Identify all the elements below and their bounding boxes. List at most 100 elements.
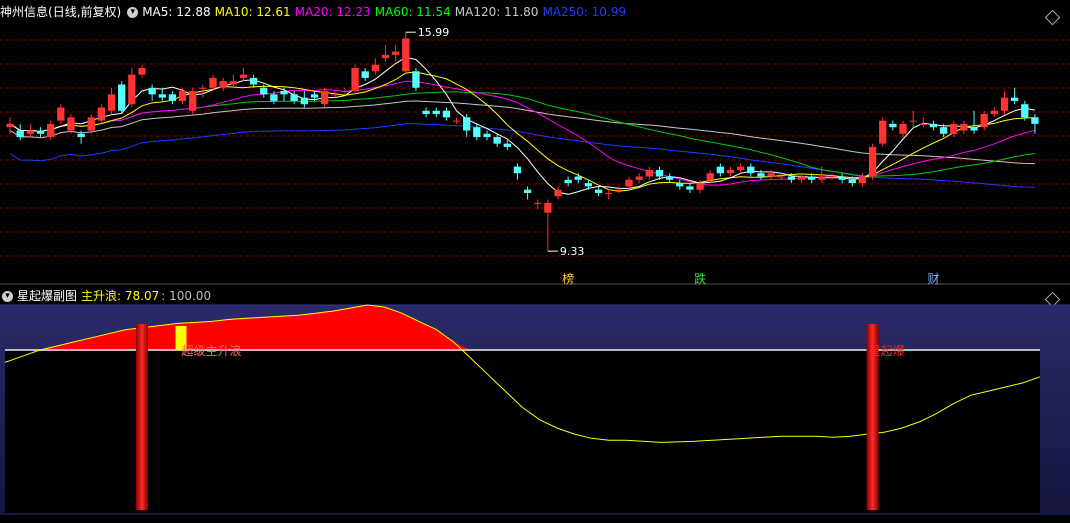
- candle-body: [1010, 97, 1019, 101]
- candle-body: [219, 81, 227, 88]
- candle-body: [838, 176, 846, 180]
- candle-body: [249, 77, 258, 85]
- candle-body: [229, 81, 237, 85]
- rise-annotation: 超级主升浪: [182, 343, 242, 358]
- candle-body: [818, 176, 826, 180]
- candle-body: [858, 176, 867, 184]
- candle-body: [980, 114, 988, 128]
- candle-body: [412, 71, 420, 88]
- candle-body: [605, 192, 613, 194]
- lower-zone: [5, 349, 1040, 513]
- high-marker-label: 15.99: [418, 26, 450, 39]
- candle-body: [463, 117, 471, 131]
- candle-body: [36, 130, 45, 134]
- candle-body: [26, 130, 35, 134]
- candle-body: [635, 176, 643, 180]
- candle-body: [767, 173, 775, 177]
- candle-body: [473, 127, 481, 138]
- candle-body: [371, 64, 380, 72]
- candle-body: [361, 71, 369, 78]
- candle-body: [331, 94, 339, 96]
- candle-body: [270, 94, 278, 101]
- event-tag: 榜: [562, 271, 574, 286]
- candle-body: [665, 176, 674, 180]
- candle-body: [655, 169, 664, 177]
- chart-canvas: 15.999.33 超级主升浪星起爆 榜跌财涨: [0, 26, 1070, 515]
- candle-body: [554, 189, 562, 197]
- candle-body: [6, 123, 14, 128]
- candle-body: [128, 74, 136, 105]
- candle-body: [797, 176, 806, 180]
- candle-body: [1021, 104, 1029, 118]
- candle-body: [351, 68, 359, 92]
- candle-body: [158, 94, 166, 98]
- event-tag: 财: [927, 272, 939, 286]
- candle-body: [452, 120, 461, 122]
- candle-body: [625, 179, 633, 187]
- candle-body: [899, 123, 907, 134]
- candle-body: [107, 94, 116, 111]
- candle-body: [432, 110, 440, 115]
- candle-body: [77, 133, 85, 138]
- candle-body: [594, 189, 603, 193]
- candle-body: [574, 176, 582, 180]
- candle-body: [341, 91, 349, 93]
- candle-body: [290, 94, 298, 101]
- candle-body: [97, 107, 106, 121]
- candle-body: [310, 94, 319, 98]
- candle-body: [757, 173, 765, 177]
- candle-body: [615, 189, 623, 191]
- candle-body: [686, 186, 694, 190]
- candle-body: [16, 130, 24, 138]
- candle-body: [209, 77, 217, 88]
- candle-body: [990, 110, 998, 115]
- candle-body: [868, 146, 877, 177]
- candle-body: [168, 94, 177, 101]
- candle-body: [808, 176, 816, 180]
- candle-body: [787, 176, 796, 180]
- burst-bar: [135, 324, 148, 510]
- candle-body: [828, 176, 836, 178]
- candle-body: [1031, 117, 1039, 124]
- candle-body: [929, 123, 938, 128]
- candle-body: [47, 123, 55, 138]
- candle-body: [879, 120, 887, 144]
- candle-body: [483, 133, 491, 138]
- candle-body: [523, 189, 532, 193]
- candle-body: [544, 202, 552, 213]
- candle-body: [950, 123, 958, 134]
- candle-body: [239, 74, 248, 78]
- candle-body: [57, 107, 65, 121]
- candle-body: [696, 183, 704, 190]
- candle-body: [939, 127, 948, 134]
- candle-body: [747, 166, 755, 174]
- candle-body: [280, 91, 288, 95]
- candle-body: [260, 87, 268, 95]
- candle-body: [67, 117, 75, 131]
- burst-annotation: 星起爆: [869, 344, 905, 358]
- candle-body: [392, 51, 400, 55]
- candle-body: [300, 97, 308, 105]
- candle-body: [381, 54, 390, 59]
- candle-body: [199, 87, 207, 89]
- candle-body: [442, 110, 451, 118]
- candle-body: [189, 91, 197, 111]
- candle-body: [320, 91, 329, 105]
- candle-body: [706, 173, 714, 180]
- candle-body: [493, 137, 501, 144]
- candle-body: [889, 123, 897, 128]
- candle-body: [402, 38, 410, 72]
- candle-body: [919, 123, 927, 125]
- candle-body: [534, 202, 542, 204]
- candle-body: [564, 179, 572, 184]
- candle-body: [848, 179, 856, 184]
- candle-body: [737, 166, 745, 170]
- candle-body: [676, 183, 684, 187]
- candle-body: [118, 84, 126, 111]
- candle-body: [645, 169, 653, 177]
- candle-body: [148, 87, 156, 95]
- candle-body: [584, 183, 593, 187]
- candle-body: [909, 120, 917, 122]
- candle-body: [513, 166, 522, 174]
- low-marker-label: 9.33: [560, 245, 585, 258]
